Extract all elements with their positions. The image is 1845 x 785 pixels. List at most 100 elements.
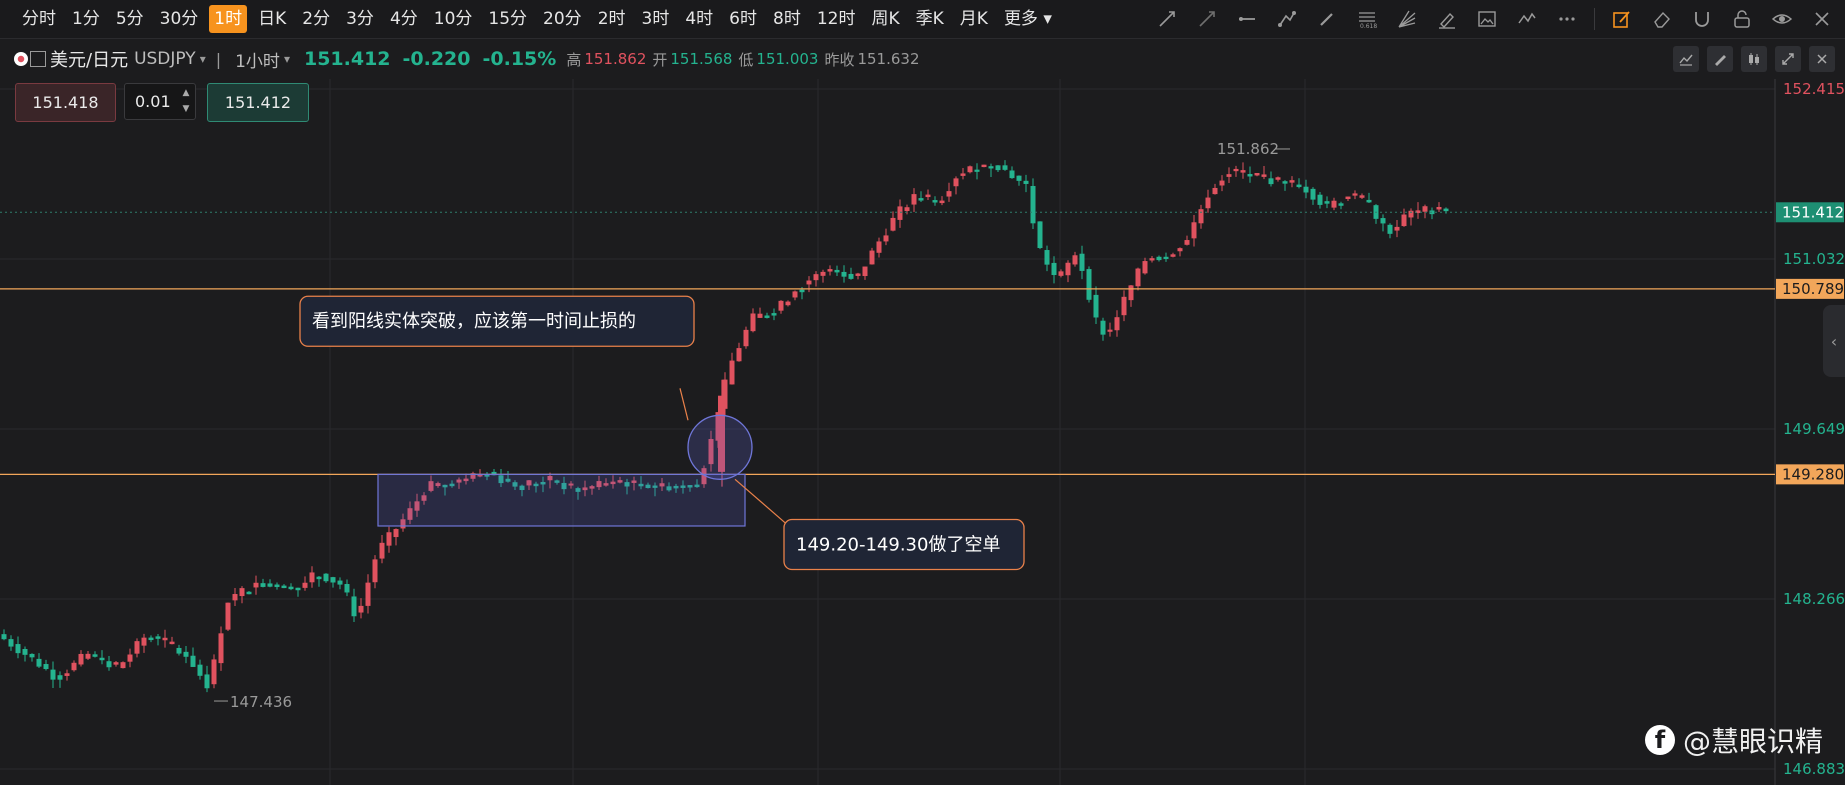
flag-icon <box>14 52 28 66</box>
candle-body <box>1233 168 1239 172</box>
chevron-down-icon[interactable]: ▼ <box>179 102 193 116</box>
candle-body <box>393 529 399 538</box>
candle-body <box>827 269 833 272</box>
draw-icon[interactable] <box>1707 46 1733 72</box>
close-icon[interactable] <box>1809 6 1835 32</box>
timeframe-10[interactable]: 15分 <box>480 5 535 33</box>
candle-body <box>1366 199 1372 203</box>
candle-body <box>1184 240 1190 245</box>
timeframe-2[interactable]: 5分 <box>108 5 152 33</box>
candle-body <box>778 300 784 311</box>
interval-label[interactable]: 1小时 <box>235 47 280 72</box>
candle-body <box>1331 200 1337 208</box>
candle-body <box>372 559 378 583</box>
segment-icon[interactable] <box>1274 6 1300 32</box>
indicator-icon[interactable] <box>1673 46 1699 72</box>
candle-body <box>204 674 210 689</box>
candle-body <box>169 641 175 645</box>
eraser-icon[interactable] <box>1649 6 1675 32</box>
quantity-value: 0.01 <box>135 92 171 111</box>
trend-line-icon[interactable] <box>1154 6 1180 32</box>
candle-body <box>1240 170 1246 173</box>
price-chart[interactable]: 看到阳线实体突破，应该第一时间止损的 149.20-149.30做了空单 151.8… <box>0 79 1845 785</box>
candle-body <box>120 662 126 669</box>
timeframe-1[interactable]: 1分 <box>64 5 108 33</box>
lock-icon[interactable] <box>1729 6 1755 32</box>
timeframe-11[interactable]: 20分 <box>535 5 590 33</box>
timeframe-5[interactable]: 日K <box>250 5 294 33</box>
timeframe-4[interactable]: 1时 <box>209 5 248 33</box>
candle-body <box>911 194 917 205</box>
candle-body <box>869 250 875 265</box>
timeframe-15[interactable]: 6时 <box>721 5 765 33</box>
timeframe-9[interactable]: 10分 <box>426 5 481 33</box>
timeframe-20[interactable]: 月K <box>952 5 996 33</box>
more-dots-icon[interactable] <box>1554 6 1580 32</box>
interval-dropdown-icon[interactable]: ▾ <box>284 52 290 66</box>
candle-body <box>890 217 896 231</box>
candle-body <box>820 271 826 276</box>
candle-body <box>50 669 56 680</box>
pen-icon[interactable] <box>1314 6 1340 32</box>
candle-style-icon[interactable] <box>1741 46 1767 72</box>
symbol-dropdown-icon[interactable]: ▾ <box>200 52 206 66</box>
low-marker-label: 147.436 <box>230 693 292 711</box>
candle-body <box>1226 174 1232 177</box>
candle-body <box>141 637 147 646</box>
timeframe-12[interactable]: 2时 <box>590 5 634 33</box>
fibonacci-icon[interactable]: 0.618 <box>1354 6 1380 32</box>
brush-icon[interactable] <box>1434 6 1460 32</box>
fan-icon[interactable] <box>1394 6 1420 32</box>
candle-body <box>281 585 287 589</box>
timeframe-8[interactable]: 4分 <box>382 5 426 33</box>
horizontal-line-icon[interactable] <box>1234 6 1260 32</box>
quantity-input[interactable]: 0.01 ▲ ▼ <box>124 83 196 120</box>
timeframe-19[interactable]: 季K <box>908 5 952 33</box>
chart-grid <box>0 79 1776 785</box>
candle-body <box>1149 258 1155 261</box>
candle-body <box>1023 180 1029 184</box>
chevron-up-icon[interactable]: ▲ <box>179 86 193 100</box>
candle-body <box>1303 186 1309 193</box>
candle-body <box>358 605 364 613</box>
buy-price-button[interactable]: 151.412 <box>207 83 309 122</box>
candle-body <box>1198 209 1204 224</box>
ray-icon[interactable] <box>1194 6 1220 32</box>
candle-body <box>295 587 301 591</box>
chevron-left-icon[interactable]: ‹ <box>1823 305 1845 377</box>
symbol-name[interactable]: 美元/日元 <box>50 46 128 72</box>
sell-price-button[interactable]: 151.418 <box>15 83 116 122</box>
symbol-code[interactable]: USDJPY <box>134 49 196 69</box>
candle-body <box>1121 296 1127 316</box>
timeframe-16[interactable]: 8时 <box>765 5 809 33</box>
eye-icon[interactable] <box>1769 6 1795 32</box>
wave-icon[interactable] <box>1514 6 1540 32</box>
candle-body <box>22 648 28 655</box>
magnet-icon[interactable] <box>1689 6 1715 32</box>
candle-body <box>855 273 861 276</box>
candle-body <box>148 637 154 641</box>
timeframe-14[interactable]: 4时 <box>677 5 721 33</box>
edit-icon[interactable] <box>1609 6 1635 32</box>
timeframe-6[interactable]: 2分 <box>294 5 338 33</box>
timeframe-17[interactable]: 12时 <box>809 5 864 33</box>
timeframe-0[interactable]: 分时 <box>14 5 64 33</box>
panel-controls <box>1673 46 1835 72</box>
image-icon[interactable] <box>1474 6 1500 32</box>
candle-body <box>1009 170 1015 179</box>
panel-close-icon[interactable] <box>1809 46 1835 72</box>
quantity-stepper[interactable]: ▲ ▼ <box>179 86 193 116</box>
candle-body <box>253 582 259 588</box>
candle-body <box>813 274 819 281</box>
timeframe-21[interactable]: 更多 ▾ <box>996 5 1060 33</box>
candle-body <box>1114 317 1120 331</box>
timeframe-18[interactable]: 周K <box>863 5 907 33</box>
timeframe-3[interactable]: 30分 <box>152 5 207 33</box>
current-price-tag-text: 151.412 <box>1782 203 1844 221</box>
candle-body <box>1254 172 1260 176</box>
fullscreen-icon[interactable] <box>1775 46 1801 72</box>
timeframe-13[interactable]: 3时 <box>634 5 678 33</box>
candle-body <box>862 266 868 277</box>
timeframe-7[interactable]: 3分 <box>338 5 382 33</box>
candle-body <box>225 602 231 630</box>
